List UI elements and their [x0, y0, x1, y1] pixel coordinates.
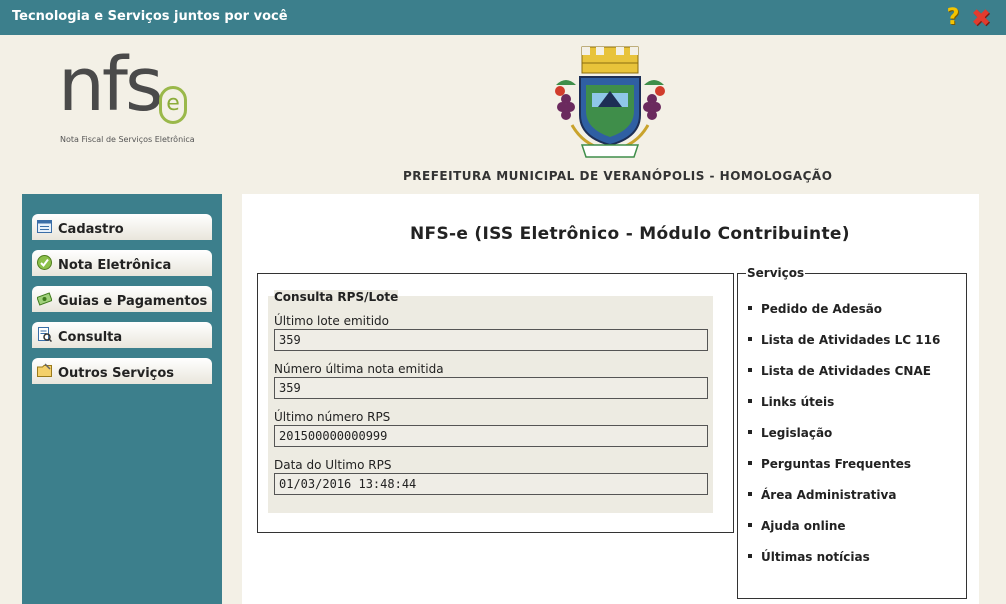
window-title: Tecnologia e Serviços juntos por você: [12, 9, 288, 24]
ultima-nota-field[interactable]: 359: [274, 377, 708, 399]
consulta-rps-panel: Consulta RPS/Lote Último lote emitido 35…: [257, 273, 734, 533]
ultima-nota-label: Número última nota emitida: [274, 362, 444, 376]
sidebar-item-label: Cadastro: [58, 222, 124, 237]
sidebar-item-outros-servicos[interactable]: Outros Serviços: [32, 358, 212, 384]
close-icon[interactable]: ✖: [970, 6, 992, 30]
ultimo-rps-label: Último número RPS: [274, 410, 391, 424]
sidebar-item-cadastro[interactable]: Cadastro: [32, 214, 212, 240]
servico-link-legislacao[interactable]: Legislação: [748, 426, 832, 442]
servico-link-atividades-cnae[interactable]: Lista de Atividades CNAE: [748, 364, 931, 380]
servico-link-ultimas-noticias[interactable]: Últimas notícias: [748, 550, 870, 566]
data-ultimo-rps-field[interactable]: 01/03/2016 13:48:44: [274, 473, 708, 495]
sidebar-item-label: Guias e Pagamentos: [58, 294, 208, 309]
sidebar-item-label: Outros Serviços: [58, 366, 175, 381]
money-icon: [36, 291, 53, 306]
prefeitura-title: PREFEITURA MUNICIPAL DE VERANÓPOLIS - HO…: [403, 169, 833, 183]
sidebar-item-consulta[interactable]: Consulta: [32, 322, 212, 348]
coat-of-arms-icon: [552, 45, 668, 160]
logo-e: e: [159, 86, 187, 124]
nfse-logo: nfs e Nota Fiscal de Serviços Eletrônica: [58, 40, 228, 150]
servico-link-atividades-lc116[interactable]: Lista de Atividades LC 116: [748, 333, 940, 349]
servicos-panel: Serviços Pedido de Adesão Lista de Ativi…: [737, 266, 967, 599]
servico-link-area-administrativa[interactable]: Área Administrativa: [748, 488, 896, 504]
title-bar: Tecnologia e Serviços juntos por você ? …: [0, 0, 1006, 35]
sidebar-item-label: Consulta: [58, 330, 123, 345]
page-title: NFS-e (ISS Eletrônico - Módulo Contribui…: [410, 224, 850, 244]
logo-subtitle: Nota Fiscal de Serviços Eletrônica: [60, 135, 195, 144]
servico-link-links-uteis[interactable]: Links úteis: [748, 395, 834, 411]
consulta-rps-fieldset: Consulta RPS/Lote Último lote emitido 35…: [268, 290, 713, 513]
ultimo-rps-field[interactable]: 201500000000999: [274, 425, 708, 447]
consulta-rps-legend: Consulta RPS/Lote: [274, 290, 399, 304]
folder-icon: [37, 363, 52, 378]
sidebar-item-nota-eletronica[interactable]: Nota Eletrônica: [32, 250, 212, 276]
servico-link-perguntas-frequentes[interactable]: Perguntas Frequentes: [748, 457, 911, 473]
ultimo-lote-label: Último lote emitido: [274, 314, 389, 328]
servicos-legend: Serviços: [746, 266, 806, 280]
servico-link-pedido-adesao[interactable]: Pedido de Adesão: [748, 302, 882, 318]
sidebar-item-guias-pagamentos[interactable]: Guias e Pagamentos: [32, 286, 212, 312]
sidebar-item-label: Nota Eletrônica: [58, 258, 172, 273]
logo-text: nfs: [58, 42, 164, 128]
data-ultimo-rps-label: Data do Ultimo RPS: [274, 458, 392, 472]
form-icon: [37, 219, 52, 234]
sidebar: Cadastro Nota Eletrônica Guias e Pagamen…: [22, 194, 222, 604]
servico-link-ajuda-online[interactable]: Ajuda online: [748, 519, 846, 535]
ultimo-lote-field[interactable]: 359: [274, 329, 708, 351]
green-check-icon: [37, 255, 52, 270]
main-content: NFS-e (ISS Eletrônico - Módulo Contribui…: [242, 194, 979, 604]
search-document-icon: [37, 327, 53, 343]
help-icon[interactable]: ?: [943, 7, 963, 29]
